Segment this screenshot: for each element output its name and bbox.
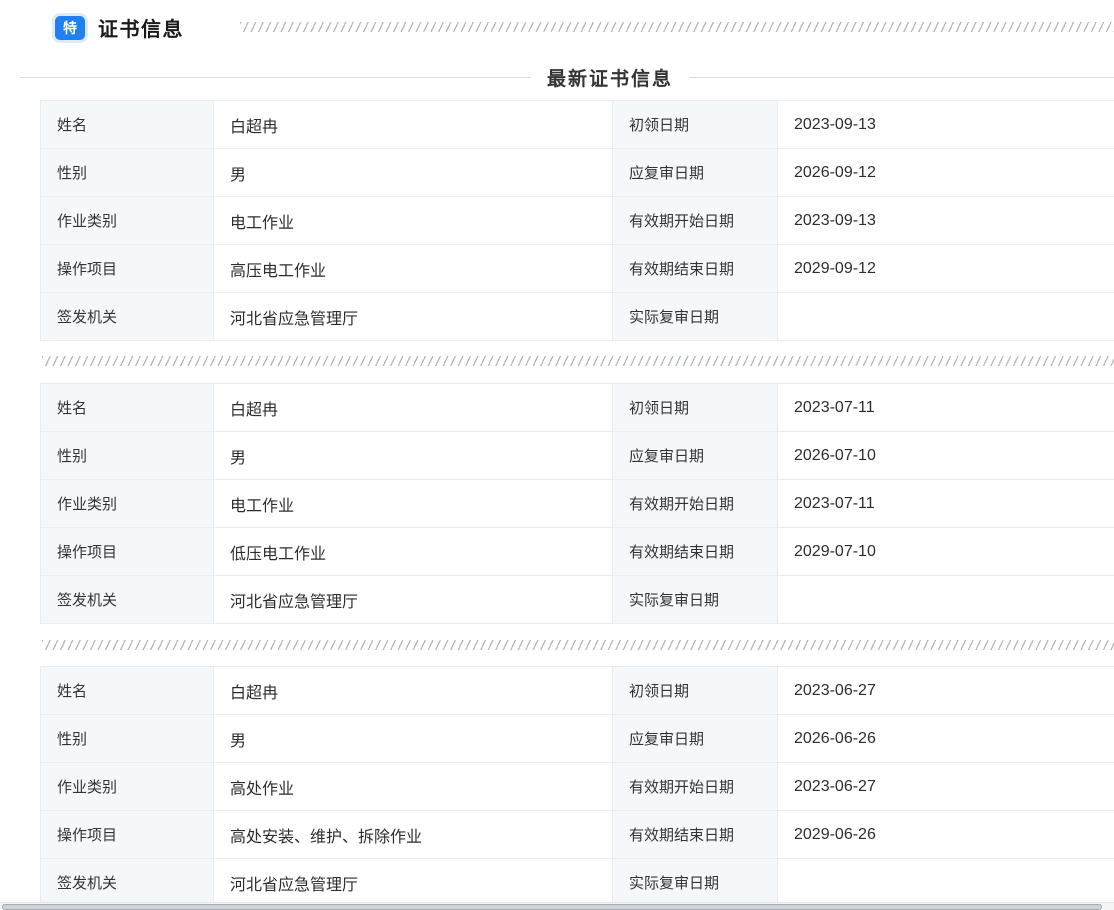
- table-row: 性别男应复审日期2026-07-10: [41, 432, 1114, 480]
- divider-line-left: [20, 77, 531, 78]
- field-value: 电工作业: [214, 480, 613, 528]
- scroll-content: 特 证书信息 最新证书信息 姓名白超冉初领日期2023-09-13性别男应复审日…: [0, 0, 1114, 910]
- horizontal-scrollbar-thumb[interactable]: [2, 904, 1102, 910]
- field-value: 白超冉: [214, 384, 613, 432]
- table-row: 签发机关河北省应急管理厅实际复审日期: [41, 293, 1114, 341]
- divider-line-right: [689, 77, 1114, 78]
- table-row: 签发机关河北省应急管理厅实际复审日期: [41, 576, 1114, 624]
- field-label: 签发机关: [41, 859, 214, 907]
- field-value: 高处安装、维护、拆除作业: [214, 811, 613, 859]
- field-value: 2026-07-10: [778, 432, 1114, 480]
- field-value: 白超冉: [214, 101, 613, 149]
- field-label: 实际复审日期: [613, 293, 778, 341]
- table-row: 性别男应复审日期2026-09-12: [41, 149, 1114, 197]
- field-value: 2029-09-12: [778, 245, 1114, 293]
- field-label: 性别: [41, 432, 214, 480]
- hatch-divider-top: [240, 22, 1114, 32]
- field-label: 性别: [41, 149, 214, 197]
- field-value: 白超冉: [214, 667, 613, 715]
- field-label: 应复审日期: [613, 432, 778, 480]
- field-value: 河北省应急管理厅: [214, 576, 613, 624]
- field-label: 签发机关: [41, 293, 214, 341]
- certificate-table-1: 姓名白超冉初领日期2023-09-13性别男应复审日期2026-09-12作业类…: [40, 100, 1114, 341]
- field-value: 高处作业: [214, 763, 613, 811]
- section-header: 特 证书信息: [55, 13, 184, 42]
- field-label: 作业类别: [41, 763, 214, 811]
- field-value: 2023-07-11: [778, 480, 1114, 528]
- table-row: 操作项目低压电工作业有效期结束日期2029-07-10: [41, 528, 1114, 576]
- field-value: [778, 293, 1114, 341]
- field-label: 姓名: [41, 384, 214, 432]
- field-value: [778, 859, 1114, 907]
- table-row: 作业类别电工作业有效期开始日期2023-09-13: [41, 197, 1114, 245]
- field-label: 实际复审日期: [613, 859, 778, 907]
- field-label: 姓名: [41, 101, 214, 149]
- field-value: 电工作业: [214, 197, 613, 245]
- field-label: 操作项目: [41, 245, 214, 293]
- field-label: 有效期结束日期: [613, 811, 778, 859]
- field-value: 2029-06-26: [778, 811, 1114, 859]
- field-value: 2023-09-13: [778, 101, 1114, 149]
- field-label: 签发机关: [41, 576, 214, 624]
- field-value: 男: [214, 432, 613, 480]
- field-label: 操作项目: [41, 528, 214, 576]
- field-value: 高压电工作业: [214, 245, 613, 293]
- table-row: 作业类别电工作业有效期开始日期2023-07-11: [41, 480, 1114, 528]
- certificate-table-3: 姓名白超冉初领日期2023-06-27性别男应复审日期2026-06-26作业类…: [40, 666, 1114, 907]
- field-label: 有效期开始日期: [613, 480, 778, 528]
- field-label: 有效期开始日期: [613, 763, 778, 811]
- field-value: 男: [214, 149, 613, 197]
- page-title: 证书信息: [98, 13, 184, 42]
- field-label: 姓名: [41, 667, 214, 715]
- special-ops-badge: 特: [55, 16, 85, 40]
- field-label: 有效期结束日期: [613, 245, 778, 293]
- table-row: 作业类别高处作业有效期开始日期2023-06-27: [41, 763, 1114, 811]
- table-row: 姓名白超冉初领日期2023-06-27: [41, 667, 1114, 715]
- field-value: [778, 576, 1114, 624]
- field-value: 男: [214, 715, 613, 763]
- field-value: 2026-06-26: [778, 715, 1114, 763]
- field-value: 2026-09-12: [778, 149, 1114, 197]
- table-row: 操作项目高压电工作业有效期结束日期2029-09-12: [41, 245, 1114, 293]
- field-value: 2023-07-11: [778, 384, 1114, 432]
- field-label: 初领日期: [613, 101, 778, 149]
- certificate-table-2: 姓名白超冉初领日期2023-07-11性别男应复审日期2026-07-10作业类…: [40, 383, 1114, 624]
- field-label: 操作项目: [41, 811, 214, 859]
- field-label: 性别: [41, 715, 214, 763]
- field-label: 作业类别: [41, 480, 214, 528]
- field-value: 2023-06-27: [778, 763, 1114, 811]
- hatch-divider-1: [42, 356, 1114, 366]
- table-row: 姓名白超冉初领日期2023-07-11: [41, 384, 1114, 432]
- hatch-divider-2: [42, 640, 1114, 650]
- field-label: 初领日期: [613, 384, 778, 432]
- table-row: 操作项目高处安装、维护、拆除作业有效期结束日期2029-06-26: [41, 811, 1114, 859]
- field-label: 应复审日期: [613, 715, 778, 763]
- field-value: 2023-06-27: [778, 667, 1114, 715]
- table-row: 姓名白超冉初领日期2023-09-13: [41, 101, 1114, 149]
- table-row: 签发机关河北省应急管理厅实际复审日期: [41, 859, 1114, 907]
- field-label: 初领日期: [613, 667, 778, 715]
- field-label: 有效期开始日期: [613, 197, 778, 245]
- field-label: 有效期结束日期: [613, 528, 778, 576]
- field-value: 2023-09-13: [778, 197, 1114, 245]
- latest-cert-divider: 最新证书信息: [20, 64, 1114, 91]
- field-value: 河北省应急管理厅: [214, 859, 613, 907]
- field-value: 2029-07-10: [778, 528, 1114, 576]
- field-value: 河北省应急管理厅: [214, 293, 613, 341]
- field-label: 应复审日期: [613, 149, 778, 197]
- field-label: 实际复审日期: [613, 576, 778, 624]
- field-value: 低压电工作业: [214, 528, 613, 576]
- certificate-info-page: 特 证书信息 最新证书信息 姓名白超冉初领日期2023-09-13性别男应复审日…: [0, 0, 1114, 910]
- table-row: 性别男应复审日期2026-06-26: [41, 715, 1114, 763]
- latest-cert-title: 最新证书信息: [547, 64, 673, 91]
- field-label: 作业类别: [41, 197, 214, 245]
